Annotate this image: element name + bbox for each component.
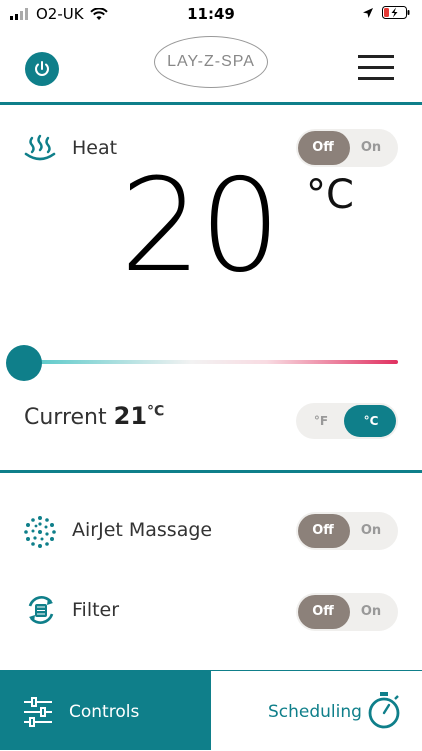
toggle-off-option[interactable]: Off	[298, 129, 348, 167]
toggle-on-option[interactable]: On	[346, 593, 396, 631]
heat-label: Heat	[72, 137, 118, 159]
menu-line	[358, 66, 394, 69]
clock: 11:49	[187, 5, 235, 23]
status-right	[362, 6, 410, 19]
temperature-unit: °C	[306, 172, 354, 218]
logo-text: LAY-Z-SPA	[167, 53, 255, 70]
airjet-toggle[interactable]: Off On	[296, 512, 398, 550]
section-divider	[0, 470, 422, 473]
nav-tab-controls[interactable]: Controls	[0, 671, 211, 750]
current-value: 21	[113, 402, 148, 430]
filter-label: Filter	[72, 599, 120, 621]
sliders-icon	[24, 697, 52, 727]
filter-toggle[interactable]: Off On	[296, 593, 398, 631]
status-bar: O2-UK 11:49	[0, 0, 422, 28]
power-button[interactable]	[25, 52, 59, 86]
current-temperature: Current 21°C	[24, 402, 164, 430]
airjet-label: AirJet Massage	[72, 519, 213, 541]
controls-label: Controls	[69, 702, 140, 722]
battery-charging-icon	[382, 6, 410, 19]
menu-button[interactable]	[358, 52, 394, 82]
heat-toggle[interactable]: Off On	[296, 129, 398, 167]
scheduling-label: Scheduling	[268, 702, 362, 722]
toggle-on-option[interactable]: On	[346, 129, 396, 167]
menu-line	[358, 77, 394, 80]
filter-icon	[28, 596, 54, 624]
toggle-off-option[interactable]: Off	[298, 512, 348, 550]
unit-toggle[interactable]: °F °C	[296, 403, 398, 439]
current-label: Current	[24, 405, 107, 430]
header-divider	[0, 102, 422, 105]
menu-line	[358, 55, 394, 58]
location-arrow-icon	[363, 7, 373, 18]
temperature-slider-track[interactable]	[22, 360, 398, 364]
toggle-off-option[interactable]: Off	[298, 593, 348, 631]
temperature-slider-thumb[interactable]	[6, 345, 42, 381]
nav-tab-scheduling[interactable]: Scheduling	[211, 671, 422, 750]
brand-logo: LAY-Z-SPA	[154, 36, 268, 88]
heat-icon	[24, 134, 56, 161]
airjet-icon	[24, 516, 56, 548]
power-icon	[35, 61, 49, 76]
current-unit: °C	[147, 403, 165, 420]
fahrenheit-option[interactable]: °F	[296, 403, 346, 439]
target-temperature: 20	[120, 152, 281, 301]
celsius-option[interactable]: °C	[346, 403, 396, 439]
stopwatch-icon	[368, 692, 400, 729]
toggle-on-option[interactable]: On	[346, 512, 396, 550]
